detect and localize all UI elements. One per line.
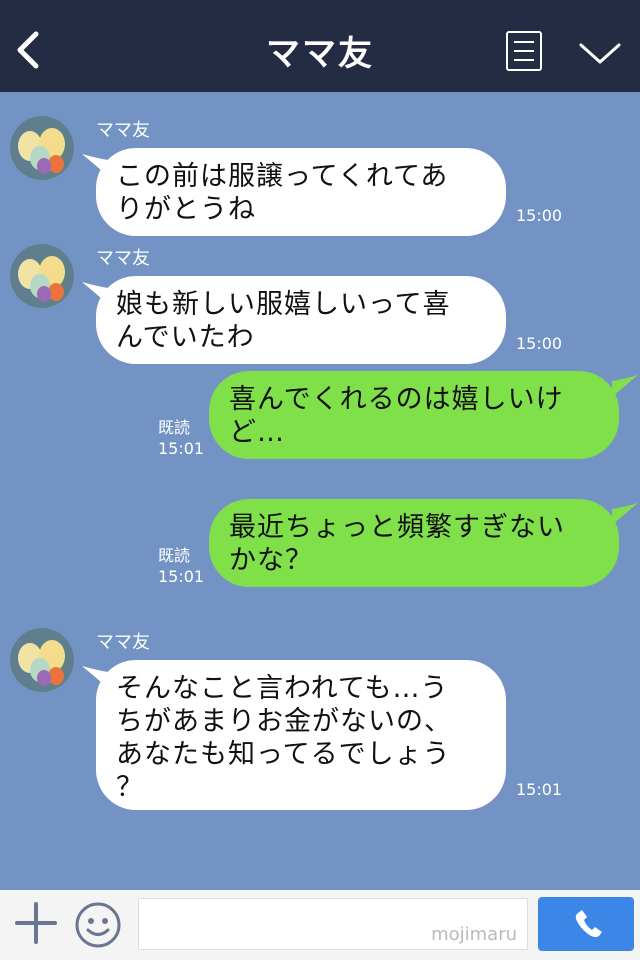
sender-name: ママ友	[96, 632, 150, 653]
balloons-avatar-icon	[10, 116, 74, 180]
message-time: 15:01	[158, 567, 205, 586]
smiley-icon	[75, 902, 121, 948]
read-receipt: 既読 15:01	[158, 417, 204, 459]
watermark-text: mojimaru	[431, 924, 517, 945]
sender-name: ママ友	[96, 248, 150, 269]
message-input[interactable]: mojimaru	[138, 898, 528, 950]
menu-button[interactable]	[506, 31, 542, 71]
message-bubble[interactable]: 最近ちょっと頻繁すぎない かな？	[209, 499, 619, 587]
chat-area[interactable]: ママ友 この前は服譲ってくれてあ りがとうね 15:00 ママ友 娘も新しい服嬉…	[0, 92, 640, 890]
message-text-line: ど…	[229, 417, 285, 448]
read-label: 既読	[158, 418, 191, 437]
message-text-line: ちがあまりお金がないの、	[116, 706, 452, 737]
avatar[interactable]	[10, 244, 74, 308]
chat-title: ママ友	[266, 34, 374, 74]
message-text-line: この前は服譲ってくれてあ	[116, 161, 449, 192]
message-time: 15:00	[516, 206, 563, 225]
chevron-down-icon	[579, 43, 621, 64]
balloons-avatar-icon	[10, 628, 74, 692]
read-label: 既読	[158, 546, 191, 565]
plus-icon	[15, 902, 57, 944]
message-text-line: そんなこと言われても…う	[116, 673, 449, 704]
avatar[interactable]	[10, 628, 74, 692]
expand-button[interactable]	[578, 40, 622, 68]
add-button[interactable]	[14, 901, 58, 945]
message-bubble[interactable]: そんなこと言われても…う ちがあまりお金がないの、 あなたも知ってるでしょう ？	[96, 660, 506, 810]
read-receipt: 既読 15:01	[158, 545, 204, 587]
call-button[interactable]	[538, 897, 634, 951]
phone-icon	[575, 910, 602, 938]
message-text-line: 娘も新しい服嬉しいって喜	[116, 289, 451, 320]
message-time: 15:01	[158, 439, 205, 458]
message-text-line: 最近ちょっと頻繁すぎない	[229, 512, 565, 543]
message-text-line: りがとうね	[116, 194, 256, 225]
bubble-tail	[612, 375, 638, 397]
message-text-line: あなたも知ってるでしょう	[116, 739, 451, 770]
message-bubble[interactable]: 喜んでくれるのは嬉しいけ ど…	[209, 371, 619, 459]
emoji-button[interactable]	[74, 901, 122, 949]
message-text-line: ？	[116, 772, 144, 803]
message-time: 15:01	[516, 780, 563, 799]
balloons-avatar-icon	[10, 244, 74, 308]
message-bubble[interactable]: この前は服譲ってくれてあ りがとうね	[96, 148, 506, 236]
avatar[interactable]	[10, 116, 74, 180]
bubble-tail	[612, 503, 638, 525]
message-text-line: かな？	[229, 545, 313, 576]
message-text-line: 喜んでくれるのは嬉しいけ	[229, 384, 564, 415]
message-text-line: んでいたわ	[116, 322, 255, 353]
chat-header: ママ友	[0, 0, 640, 92]
message-time: 15:00	[516, 334, 563, 353]
message-bubble[interactable]: 娘も新しい服嬉しいって喜 んでいたわ	[96, 276, 506, 364]
sender-name: ママ友	[96, 120, 150, 141]
